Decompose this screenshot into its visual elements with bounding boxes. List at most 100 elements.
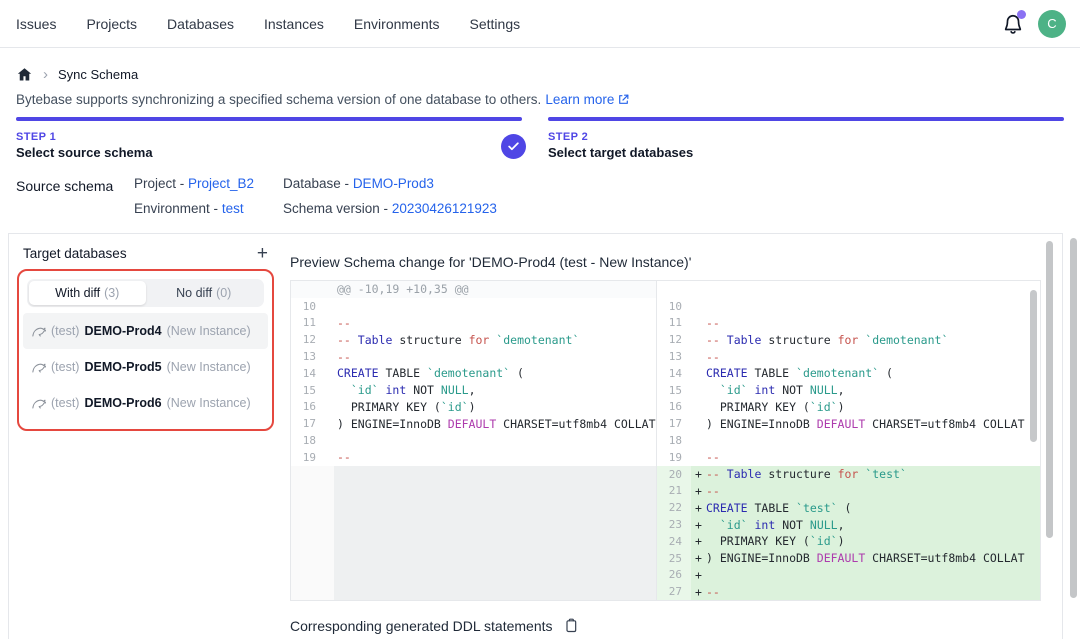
field-schema-version-key: Schema version - xyxy=(283,201,388,216)
diff-blank-row xyxy=(657,281,1040,298)
diff-line: 10 xyxy=(657,298,1040,315)
diff-line-marker: + xyxy=(691,534,706,548)
field-schema-version: Schema version - 20230426121923 xyxy=(283,201,497,216)
code-token: ) xyxy=(838,534,845,548)
diff-line-code: -- xyxy=(337,350,351,364)
code-token: NULL xyxy=(810,383,838,397)
code-token: -- xyxy=(337,333,358,347)
code-token: PRIMARY KEY ( xyxy=(337,400,441,414)
filler-body xyxy=(334,466,656,600)
diff-pane-original[interactable]: @@ -10,19 +10,35 @@1011--12-- Table stru… xyxy=(291,281,657,600)
diff-line-code: -- Table structure for `demotenant` xyxy=(706,333,948,347)
tab-no-diff-label: No diff xyxy=(176,286,212,300)
breadcrumb: › Sync Schema xyxy=(16,64,1064,84)
nav-right: C xyxy=(1002,10,1066,38)
nav-item-instances[interactable]: Instances xyxy=(264,16,324,32)
schema-diff-editor[interactable]: @@ -10,19 +10,35 @@1011--12-- Table stru… xyxy=(290,280,1041,601)
code-token: Table xyxy=(358,333,393,347)
diff-line-number: 24 xyxy=(657,533,691,550)
tab-no-diff[interactable]: No diff (0) xyxy=(146,281,263,305)
code-token: ( xyxy=(510,366,524,380)
diff-line-number: 26 xyxy=(657,567,691,584)
notifications-button[interactable] xyxy=(1002,13,1024,35)
db-environment-label: (test) xyxy=(51,396,79,410)
field-database-value-link[interactable]: DEMO-Prod3 xyxy=(353,176,434,191)
avatar[interactable]: C xyxy=(1038,10,1066,38)
nav-item-databases[interactable]: Databases xyxy=(167,16,234,32)
diff-line: 15 `id` int NOT NULL, xyxy=(657,382,1040,399)
steps: STEP 1 Select source schema STEP 2 Selec… xyxy=(16,117,1064,160)
home-icon[interactable] xyxy=(16,66,33,83)
diff-line-number: 13 xyxy=(291,350,325,363)
diff-line: 20+-- Table structure for `test` xyxy=(657,466,1040,483)
diff-line: 22+CREATE TABLE `test` ( xyxy=(657,499,1040,516)
diff-line: 12-- Table structure for `demotenant` xyxy=(291,331,656,348)
learn-more-link[interactable]: Learn more xyxy=(545,92,630,107)
tab-with-diff[interactable]: With diff (3) xyxy=(29,281,146,305)
editor-scrollbar[interactable] xyxy=(1030,290,1037,442)
field-project-value-link[interactable]: Project_B2 xyxy=(188,176,254,191)
target-database-item[interactable]: (test)DEMO-Prod5(New Instance) xyxy=(23,349,268,385)
code-token xyxy=(706,383,720,397)
diff-line-number: 10 xyxy=(657,300,691,313)
code-token: `id` xyxy=(351,383,379,397)
tab-with-diff-count: (3) xyxy=(104,286,119,300)
code-token: CHARSET=utf8mb4 COLLAT xyxy=(865,417,1024,431)
step-1-label: STEP 1 xyxy=(16,131,522,143)
step-2-progress-bar xyxy=(548,117,1064,121)
diff-line: 14CREATE TABLE `demotenant` ( xyxy=(291,365,656,382)
panel-scrollbar[interactable] xyxy=(1046,241,1053,538)
step-2: STEP 2 Select target databases xyxy=(548,117,1064,160)
db-instance-note: (New Instance) xyxy=(167,396,251,410)
diff-pane-modified[interactable]: 1011--12-- Table structure for `demotena… xyxy=(657,281,1040,600)
code-token: `id` xyxy=(810,400,838,414)
diff-line: 15 `id` int NOT NULL, xyxy=(291,382,656,399)
field-schema-version-value-link[interactable]: 20230426121923 xyxy=(392,201,497,216)
target-databases-panel: Target databases + With diff (3) No diff… xyxy=(9,234,282,639)
diff-line-code: ) ENGINE=InnoDB DEFAULT CHARSET=utf8mb4 … xyxy=(337,417,656,431)
diff-line-code: -- Table structure for `test` xyxy=(706,467,907,481)
code-token: NULL xyxy=(441,383,469,397)
top-nav: Issues Projects Databases Instances Environm… xyxy=(0,0,1080,48)
diff-line-code: CREATE TABLE `demotenant` ( xyxy=(337,366,524,380)
diff-line: 26+ xyxy=(657,567,1040,584)
page-body: › Sync Schema Bytebase supports synchron… xyxy=(0,64,1080,216)
copy-ddl-button[interactable] xyxy=(563,617,579,634)
nav-items: Issues Projects Databases Instances Environm… xyxy=(16,16,520,32)
ddl-header-row: Corresponding generated DDL statements xyxy=(290,617,1062,634)
code-token xyxy=(379,383,386,397)
nav-item-issues[interactable]: Issues xyxy=(16,16,56,32)
diff-line: 24+ PRIMARY KEY (`id`) xyxy=(657,533,1040,550)
target-database-item[interactable]: (test)DEMO-Prod4(New Instance) xyxy=(23,313,268,349)
diff-line: 17 ) ENGINE=InnoDB DEFAULT CHARSET=utf8mb… xyxy=(657,415,1040,432)
diff-line-code: -- xyxy=(337,450,351,464)
diff-line-number: 17 xyxy=(657,417,691,430)
code-token: TABLE xyxy=(748,501,796,515)
code-token: ( xyxy=(838,501,852,515)
diff-line-code: `id` int NOT NULL, xyxy=(706,383,845,397)
field-database-key: Database - xyxy=(283,176,349,191)
target-database-item[interactable]: (test)DEMO-Prod6(New Instance) xyxy=(23,385,268,421)
preview-title: Preview Schema change for 'DEMO-Prod4 (t… xyxy=(290,254,1062,270)
nav-item-projects[interactable]: Projects xyxy=(86,16,137,32)
diff-left-filler xyxy=(291,466,656,600)
diff-line-number: 11 xyxy=(291,316,325,329)
intro-sentence: Bytebase supports synchronizing a specif… xyxy=(16,92,541,107)
code-token: ) xyxy=(838,400,845,414)
add-target-database-button[interactable]: + xyxy=(257,247,268,261)
diff-line: 11-- xyxy=(291,315,656,332)
filler-gutter xyxy=(291,466,334,600)
nav-item-environments[interactable]: Environments xyxy=(354,16,440,32)
diff-line-code: ) ENGINE=InnoDB DEFAULT CHARSET=utf8mb4 … xyxy=(706,417,1025,431)
diff-line: 23+ `id` int NOT NULL, xyxy=(657,516,1040,533)
diff-line-marker: + xyxy=(691,551,706,565)
code-token: int xyxy=(386,383,407,397)
field-database: Database - DEMO-Prod3 xyxy=(283,176,497,191)
code-token: DEFAULT xyxy=(448,417,496,431)
diff-line: 17) ENGINE=InnoDB DEFAULT CHARSET=utf8mb… xyxy=(291,415,656,432)
page-scrollbar[interactable] xyxy=(1070,238,1077,598)
nav-item-settings[interactable]: Settings xyxy=(470,16,521,32)
field-environment-value-link[interactable]: test xyxy=(222,201,244,216)
code-token: , xyxy=(838,518,845,532)
code-token xyxy=(748,518,755,532)
